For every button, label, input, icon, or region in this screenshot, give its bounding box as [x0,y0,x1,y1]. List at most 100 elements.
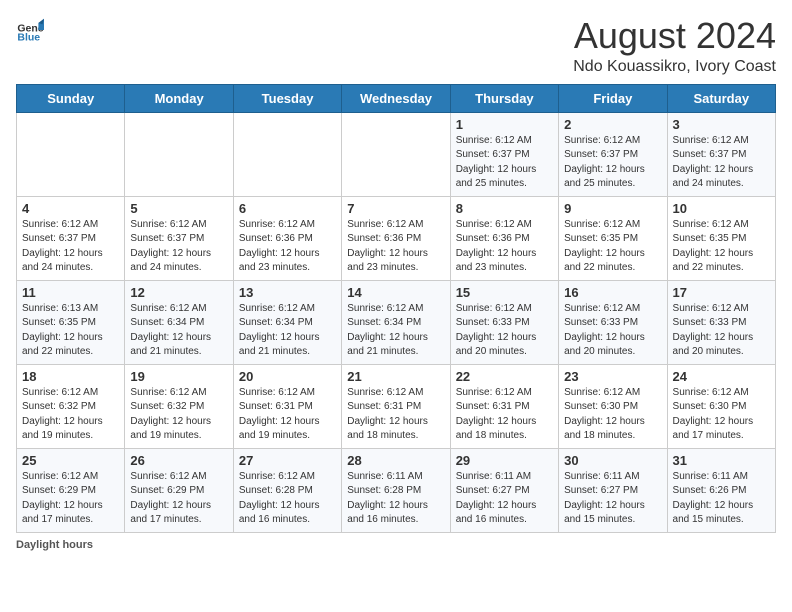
calendar-cell: 11Sunrise: 6:13 AM Sunset: 6:35 PM Dayli… [17,280,125,364]
svg-text:Blue: Blue [17,32,40,44]
day-info: Sunrise: 6:13 AM Sunset: 6:35 PM Dayligh… [22,302,119,360]
day-number: 29 [456,453,553,468]
day-info: Sunrise: 6:12 AM Sunset: 6:37 PM Dayligh… [456,134,553,192]
calendar-cell: 13 Sunrise: 6:12 AM Sunset: 6:34 PM Dayli… [233,280,341,364]
day-number: 28 [347,453,444,468]
day-number: 7 [347,201,444,216]
day-number: 26 [130,453,227,468]
calendar-week-3: 18 Sunrise: 6:12 AM Sunset: 6:32 PM Dayli… [17,364,776,448]
day-info: Sunrise: 6:12 AM Sunset: 6:31 PM Dayligh… [239,386,336,444]
calendar-week-4: 25Sunrise: 6:12 AM Sunset: 6:29 PM Dayli… [17,448,776,532]
daylight-label: Daylight hours [16,539,93,551]
day-number: 4 [22,201,119,216]
calendar-cell: 22Sunrise: 6:12 AM Sunset: 6:31 PM Dayli… [450,364,558,448]
calendar-cell: 20 Sunrise: 6:12 AM Sunset: 6:31 PM Dayli… [233,364,341,448]
day-number: 20 [239,369,336,384]
day-number: 13 [239,285,336,300]
calendar-week-1: 4 Sunrise: 6:12 AM Sunset: 6:37 PM Daylig… [17,196,776,280]
calendar-cell: 1 Sunrise: 6:12 AM Sunset: 6:37 PM Daylig… [450,112,558,196]
calendar-cell: 21Sunrise: 6:12 AM Sunset: 6:31 PM Dayli… [342,364,450,448]
calendar-cell: 3 Sunrise: 6:12 AM Sunset: 6:37 PM Daylig… [667,112,775,196]
day-number: 15 [456,285,553,300]
day-number: 18 [22,369,119,384]
main-title: August 2024 [573,16,776,56]
day-number: 5 [130,201,227,216]
calendar-cell: 24Sunrise: 6:12 AM Sunset: 6:30 PM Dayli… [667,364,775,448]
calendar-cell: 26 Sunrise: 6:12 AM Sunset: 6:29 PM Dayli… [125,448,233,532]
day-info: Sunrise: 6:12 AM Sunset: 6:32 PM Dayligh… [130,386,227,444]
footer: Daylight hours [16,539,776,551]
subtitle: Ndo Kouassikro, Ivory Coast [573,58,776,76]
calendar-cell: 5 Sunrise: 6:12 AM Sunset: 6:37 PM Daylig… [125,196,233,280]
calendar-cell: 23 Sunrise: 6:12 AM Sunset: 6:30 PM Dayli… [559,364,667,448]
day-number: 27 [239,453,336,468]
day-number: 23 [564,369,661,384]
day-info: Sunrise: 6:12 AM Sunset: 6:36 PM Dayligh… [456,218,553,276]
calendar-cell: 2 Sunrise: 6:12 AM Sunset: 6:37 PM Daylig… [559,112,667,196]
calendar-cell: 14Sunrise: 6:12 AM Sunset: 6:34 PM Dayli… [342,280,450,364]
day-info: Sunrise: 6:11 AM Sunset: 6:27 PM Dayligh… [456,470,553,528]
day-number: 6 [239,201,336,216]
calendar-cell: 16Sunrise: 6:12 AM Sunset: 6:33 PM Dayli… [559,280,667,364]
weekday-header-thursday: Thursday [450,84,558,112]
calendar-cell [17,112,125,196]
day-number: 31 [673,453,770,468]
day-number: 1 [456,117,553,132]
day-number: 12 [130,285,227,300]
day-info: Sunrise: 6:12 AM Sunset: 6:35 PM Dayligh… [673,218,770,276]
day-info: Sunrise: 6:12 AM Sunset: 6:37 PM Dayligh… [22,218,119,276]
header: General Blue August 2024 Ndo Kouassikro,… [16,16,776,76]
calendar-cell: 31 Sunrise: 6:11 AM Sunset: 6:26 PM Dayli… [667,448,775,532]
day-number: 30 [564,453,661,468]
day-info: Sunrise: 6:12 AM Sunset: 6:30 PM Dayligh… [564,386,661,444]
weekday-header-tuesday: Tuesday [233,84,341,112]
day-number: 10 [673,201,770,216]
calendar-cell: 12Sunrise: 6:12 AM Sunset: 6:34 PM Dayli… [125,280,233,364]
day-info: Sunrise: 6:12 AM Sunset: 6:31 PM Dayligh… [347,386,444,444]
day-number: 2 [564,117,661,132]
logo-icon: General Blue [16,16,44,44]
day-info: Sunrise: 6:12 AM Sunset: 6:29 PM Dayligh… [130,470,227,528]
weekday-header-wednesday: Wednesday [342,84,450,112]
day-info: Sunrise: 6:12 AM Sunset: 6:34 PM Dayligh… [239,302,336,360]
weekday-row: SundayMondayTuesdayWednesdayThursdayFrid… [17,84,776,112]
day-info: Sunrise: 6:12 AM Sunset: 6:33 PM Dayligh… [456,302,553,360]
weekday-header-friday: Friday [559,84,667,112]
day-number: 9 [564,201,661,216]
logo: General Blue [16,16,44,44]
day-info: Sunrise: 6:12 AM Sunset: 6:36 PM Dayligh… [239,218,336,276]
day-info: Sunrise: 6:12 AM Sunset: 6:35 PM Dayligh… [564,218,661,276]
title-section: August 2024 Ndo Kouassikro, Ivory Coast [573,16,776,76]
day-info: Sunrise: 6:12 AM Sunset: 6:33 PM Dayligh… [564,302,661,360]
day-number: 8 [456,201,553,216]
day-info: Sunrise: 6:12 AM Sunset: 6:37 PM Dayligh… [673,134,770,192]
calendar-cell: 10 Sunrise: 6:12 AM Sunset: 6:35 PM Dayli… [667,196,775,280]
day-number: 14 [347,285,444,300]
day-number: 19 [130,369,227,384]
calendar-cell: 8 Sunrise: 6:12 AM Sunset: 6:36 PM Daylig… [450,196,558,280]
calendar-cell: 30 Sunrise: 6:11 AM Sunset: 6:27 PM Dayli… [559,448,667,532]
day-info: Sunrise: 6:12 AM Sunset: 6:33 PM Dayligh… [673,302,770,360]
calendar-cell: 6 Sunrise: 6:12 AM Sunset: 6:36 PM Daylig… [233,196,341,280]
calendar-week-2: 11Sunrise: 6:13 AM Sunset: 6:35 PM Dayli… [17,280,776,364]
weekday-header-saturday: Saturday [667,84,775,112]
day-info: Sunrise: 6:12 AM Sunset: 6:31 PM Dayligh… [456,386,553,444]
calendar-cell [342,112,450,196]
calendar-cell: 27 Sunrise: 6:12 AM Sunset: 6:28 PM Dayli… [233,448,341,532]
calendar-cell: 18Sunrise: 6:12 AM Sunset: 6:32 PM Dayli… [17,364,125,448]
calendar-cell: 15 Sunrise: 6:12 AM Sunset: 6:33 PM Dayli… [450,280,558,364]
day-info: Sunrise: 6:11 AM Sunset: 6:26 PM Dayligh… [673,470,770,528]
day-number: 3 [673,117,770,132]
calendar-cell: 9 Sunrise: 6:12 AM Sunset: 6:35 PM Daylig… [559,196,667,280]
calendar-body: 1 Sunrise: 6:12 AM Sunset: 6:37 PM Daylig… [17,112,776,532]
day-info: Sunrise: 6:12 AM Sunset: 6:37 PM Dayligh… [564,134,661,192]
calendar-cell: 19 Sunrise: 6:12 AM Sunset: 6:32 PM Dayli… [125,364,233,448]
day-info: Sunrise: 6:12 AM Sunset: 6:28 PM Dayligh… [239,470,336,528]
day-info: Sunrise: 6:12 AM Sunset: 6:29 PM Dayligh… [22,470,119,528]
calendar-week-0: 1 Sunrise: 6:12 AM Sunset: 6:37 PM Daylig… [17,112,776,196]
calendar-cell [233,112,341,196]
calendar-cell: 28Sunrise: 6:11 AM Sunset: 6:28 PM Dayli… [342,448,450,532]
calendar-cell: 7Sunrise: 6:12 AM Sunset: 6:36 PM Daylig… [342,196,450,280]
day-info: Sunrise: 6:11 AM Sunset: 6:27 PM Dayligh… [564,470,661,528]
day-info: Sunrise: 6:12 AM Sunset: 6:37 PM Dayligh… [130,218,227,276]
